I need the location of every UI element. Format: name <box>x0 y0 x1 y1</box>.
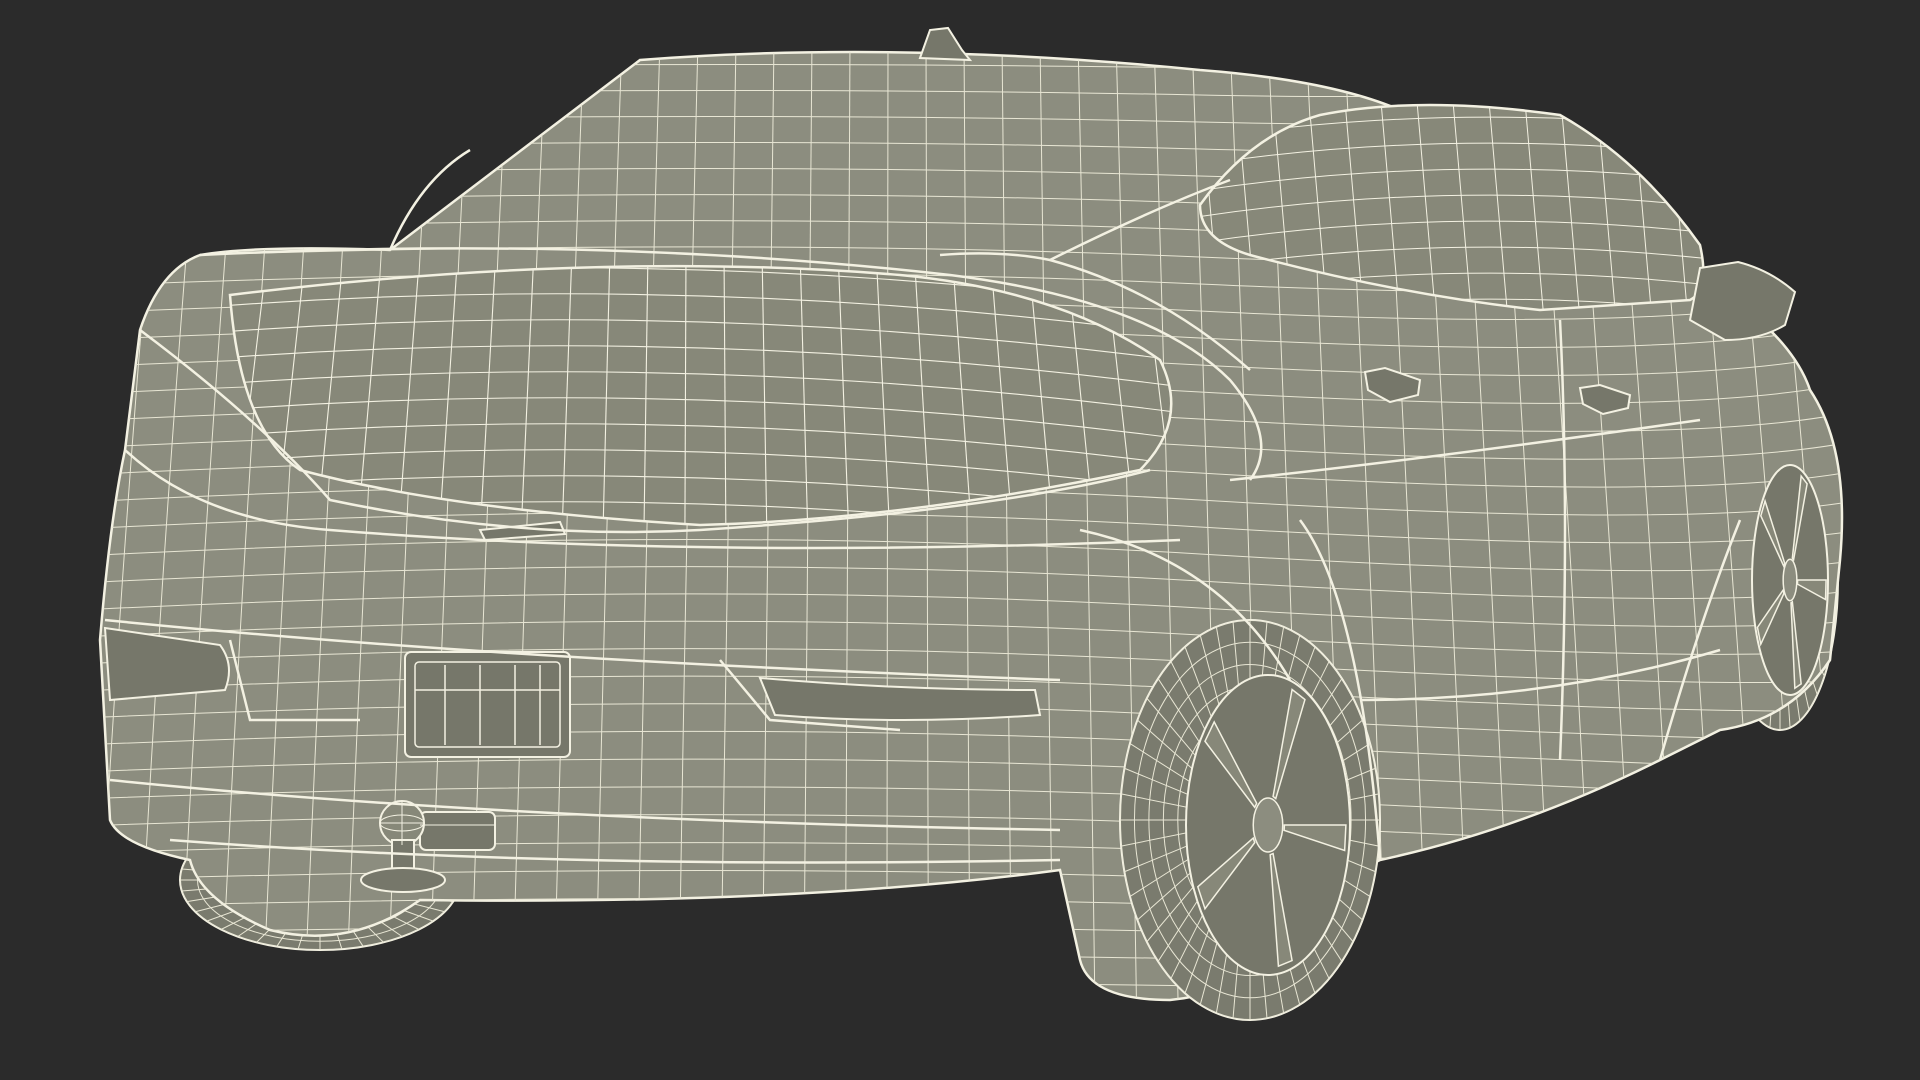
roof-antenna <box>918 26 973 62</box>
front-right-rim <box>1751 464 1829 696</box>
license-plate <box>404 651 571 758</box>
side-mirror <box>1688 260 1797 342</box>
rear-right-wheel <box>1119 619 1381 1021</box>
car-wireframe-render <box>98 26 1844 1021</box>
viewport <box>0 0 1920 1080</box>
